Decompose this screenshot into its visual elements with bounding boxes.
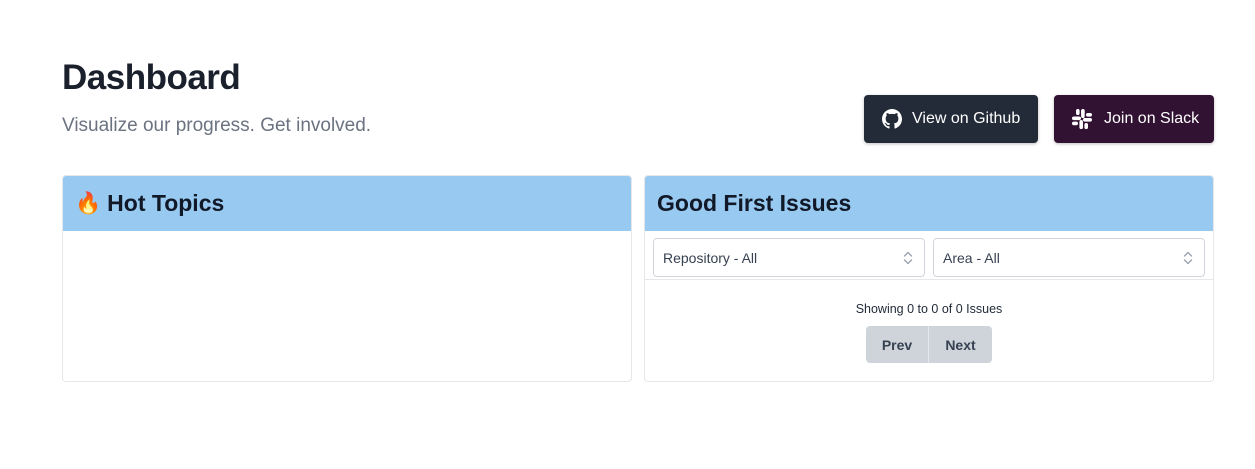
chevron-up-down-icon bbox=[902, 249, 914, 267]
prev-button[interactable]: Prev bbox=[866, 326, 928, 363]
issue-filters: Repository - All Area - All bbox=[645, 231, 1213, 278]
chevron-up-down-icon bbox=[1182, 249, 1194, 267]
good-first-issues-title: Good First Issues bbox=[657, 190, 852, 216]
repository-select[interactable]: Repository - All bbox=[653, 238, 925, 277]
area-select-value: Area - All bbox=[943, 249, 1000, 266]
next-button[interactable]: Next bbox=[928, 326, 992, 363]
hot-topics-card: 🔥 Hot Topics bbox=[62, 175, 632, 382]
repository-select-value: Repository - All bbox=[663, 249, 758, 266]
pagination-status: Showing 0 to 0 of 0 Issues bbox=[855, 302, 1003, 316]
hot-topics-title: Hot Topics bbox=[107, 190, 225, 216]
page-subtitle: Visualize our progress. Get involved. bbox=[62, 115, 372, 136]
area-select[interactable]: Area - All bbox=[933, 238, 1205, 277]
slack-button-label: Join on Slack bbox=[1104, 110, 1200, 127]
hot-topics-header: 🔥 Hot Topics bbox=[63, 176, 631, 231]
view-on-github-button[interactable]: View on Github bbox=[864, 95, 1038, 143]
fire-icon: 🔥 bbox=[75, 192, 102, 215]
page-title: Dashboard bbox=[62, 58, 241, 97]
slack-icon bbox=[1070, 107, 1104, 131]
pagination: Prev Next bbox=[645, 326, 1213, 363]
page-header: Dashboard Visualize our progress. Get in… bbox=[62, 56, 371, 138]
good-first-issues-card: Good First Issues Repository - All Area … bbox=[644, 175, 1214, 382]
github-button-label: View on Github bbox=[912, 110, 1021, 127]
good-first-issues-header: Good First Issues bbox=[645, 176, 1213, 231]
join-on-slack-button[interactable]: Join on Slack bbox=[1054, 95, 1214, 143]
divider bbox=[645, 279, 1213, 280]
github-icon bbox=[882, 109, 912, 129]
